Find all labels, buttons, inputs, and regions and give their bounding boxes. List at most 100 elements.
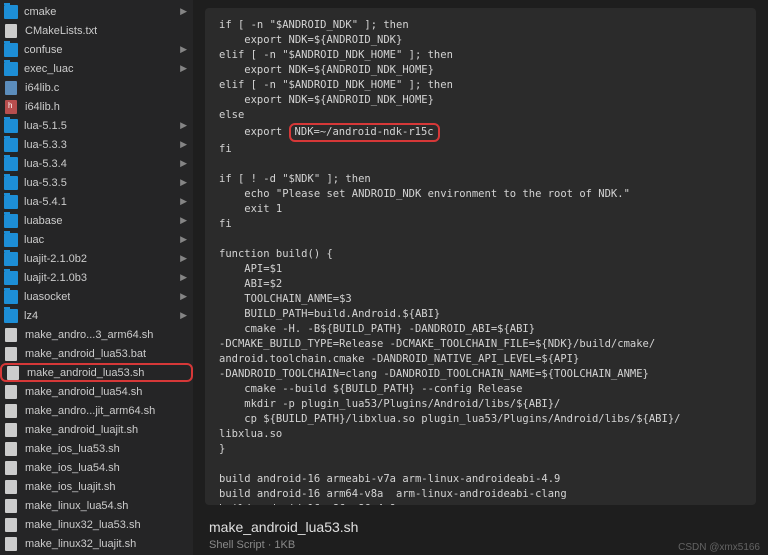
folder-icon [4, 195, 18, 209]
file-item[interactable]: make_ios_lua54.sh [0, 458, 193, 477]
file-icon [5, 480, 17, 494]
file-icon [5, 537, 17, 551]
folder-icon [4, 119, 18, 133]
item-label: make_ios_luajit.sh [25, 481, 116, 493]
chevron-right-icon: ▶ [180, 272, 187, 283]
folder-icon [4, 214, 18, 228]
file-icon [5, 24, 17, 38]
item-label: make_ios_lua53.sh [25, 443, 120, 455]
item-label: make_linux_lua54.sh [25, 500, 128, 512]
folder-item[interactable]: luasocket▶ [0, 287, 193, 306]
file-item[interactable]: make_ios_lua53.sh [0, 439, 193, 458]
item-label: CMakeLists.txt [25, 25, 97, 37]
code-text-mid: fi if [ ! -d "$NDK" ]; then echo "Please… [219, 143, 680, 505]
file-item[interactable]: make_android_lua53.sh [0, 363, 193, 382]
file-item[interactable]: make_ios_luajit.sh [0, 477, 193, 496]
watermark-text: CSDN @xmx5166 [678, 542, 760, 553]
item-label: luajit-2.1.0b3 [24, 272, 87, 284]
folder-icon [4, 309, 18, 323]
chevron-right-icon: ▶ [180, 215, 187, 226]
folder-item[interactable]: cmake ▶ [0, 2, 193, 21]
code-text-before: if [ -n "$ANDROID_NDK" ]; then export ND… [219, 19, 453, 121]
item-label: make_android_lua53.sh [27, 367, 144, 379]
item-label: make_linux32_luajit.sh [25, 538, 136, 550]
chevron-right-icon: ▶ [180, 158, 187, 169]
file-icon [5, 499, 17, 513]
chevron-right-icon: ▶ [180, 6, 187, 17]
file-item[interactable]: i64lib.h [0, 97, 193, 116]
folder-icon [4, 43, 18, 57]
code-editor[interactable]: if [ -n "$ANDROID_NDK" ]; then export ND… [205, 8, 756, 505]
folder-icon [4, 252, 18, 266]
folder-icon [4, 138, 18, 152]
chevron-right-icon: ▶ [180, 196, 187, 207]
folder-item[interactable]: luajit-2.1.0b2 ▶ [0, 249, 193, 268]
file-item[interactable]: make_android_lua54.sh [0, 382, 193, 401]
chevron-right-icon: ▶ [180, 139, 187, 150]
file-item[interactable]: CMakeLists.txt [0, 21, 193, 40]
file-icon [7, 366, 19, 380]
file-icon [5, 385, 17, 399]
file-item[interactable]: make_linux_lua54.sh [0, 496, 193, 515]
chevron-right-icon: ▶ [180, 44, 187, 55]
file-item[interactable]: make_linux32_luajit.sh [0, 534, 193, 553]
item-label: make_android_lua54.sh [25, 386, 142, 398]
chevron-right-icon: ▶ [180, 253, 187, 264]
footer-filename: make_android_lua53.sh [209, 519, 752, 535]
folder-item[interactable]: lua-5.3.3 ▶ [0, 135, 193, 154]
item-label: lua-5.4.1 [24, 196, 67, 208]
file-item[interactable]: make_andro...3_arm64.sh [0, 325, 193, 344]
folder-icon [4, 290, 18, 304]
file-icon [5, 461, 17, 475]
item-label: lua-5.3.3 [24, 139, 67, 151]
footer-filemeta: Shell Script · 1KB [209, 539, 752, 551]
folder-item[interactable]: lua-5.1.5 ▶ [0, 116, 193, 135]
file-item[interactable]: make_linux32_lua53.sh [0, 515, 193, 534]
file-item[interactable]: i64lib.c [0, 78, 193, 97]
file-item[interactable]: make_andro...jit_arm64.sh [0, 401, 193, 420]
main-editor-area: if [ -n "$ANDROID_NDK" ]; then export ND… [193, 0, 768, 555]
folder-item[interactable]: luabase ▶ [0, 211, 193, 230]
code-hl-prefix: export [219, 126, 289, 138]
item-label: cmake [24, 6, 56, 18]
folder-icon [4, 5, 18, 19]
folder-item[interactable]: confuse ▶ [0, 40, 193, 59]
item-label: i64lib.h [25, 101, 60, 113]
item-label: make_andro...jit_arm64.sh [25, 405, 155, 417]
item-label: exec_luac [24, 63, 74, 75]
item-label: lz4 [24, 310, 38, 322]
item-label: luac [24, 234, 44, 246]
chevron-right-icon: ▶ [180, 234, 187, 245]
folder-item[interactable]: luac ▶ [0, 230, 193, 249]
folder-icon [4, 233, 18, 247]
file-icon [5, 100, 17, 114]
item-label: lua-5.3.5 [24, 177, 67, 189]
folder-item[interactable]: lua-5.3.4 ▶ [0, 154, 193, 173]
file-item[interactable]: make_android_lua53.bat [0, 344, 193, 363]
folder-item[interactable]: exec_luac▶ [0, 59, 193, 78]
item-label: lua-5.3.4 [24, 158, 67, 170]
item-label: luajit-2.1.0b2 [24, 253, 87, 265]
item-label: make_ios_lua54.sh [25, 462, 120, 474]
item-label: i64lib.c [25, 82, 59, 94]
chevron-right-icon: ▶ [180, 120, 187, 131]
file-item[interactable]: make_android_luajit.sh [0, 420, 193, 439]
folder-item[interactable]: lz4 ▶ [0, 306, 193, 325]
folder-item[interactable]: luajit-2.1.0b3 ▶ [0, 268, 193, 287]
chevron-right-icon: ▶ [180, 177, 187, 188]
folder-item[interactable]: lua-5.4.1 ▶ [0, 192, 193, 211]
item-label: luasocket [24, 291, 70, 303]
folder-icon [4, 157, 18, 171]
folder-icon [4, 271, 18, 285]
folder-item[interactable]: lua-5.3.5 ▶ [0, 173, 193, 192]
item-label: confuse [24, 44, 63, 56]
file-icon [5, 442, 17, 456]
item-label: make_linux32_lua53.sh [25, 519, 141, 531]
chevron-right-icon: ▶ [180, 310, 187, 321]
file-explorer-sidebar[interactable]: cmake▶CMakeLists.txtconfuse▶exec_luac▶i6… [0, 0, 193, 555]
item-label: luabase [24, 215, 63, 227]
folder-icon [4, 62, 18, 76]
file-icon [5, 518, 17, 532]
item-label: lua-5.1.5 [24, 120, 67, 132]
file-icon [5, 81, 17, 95]
